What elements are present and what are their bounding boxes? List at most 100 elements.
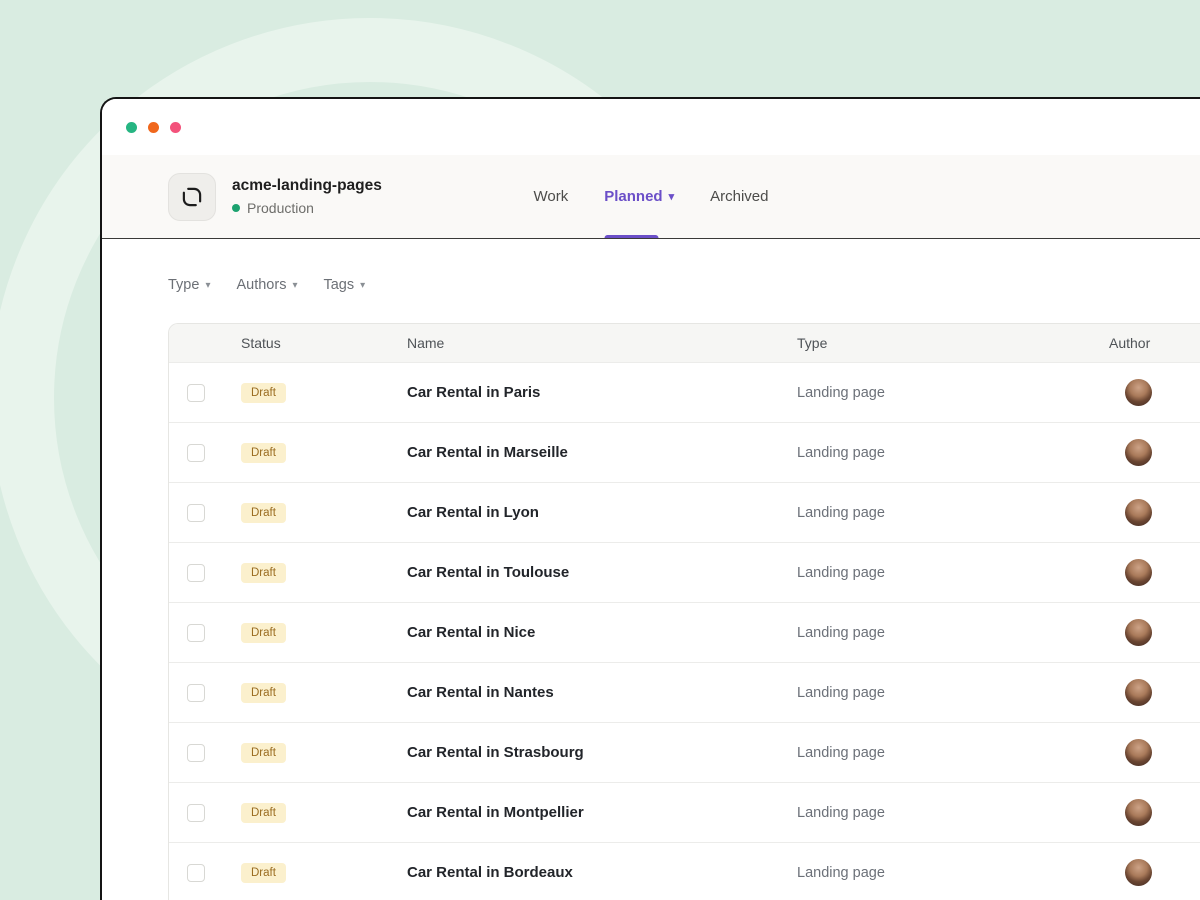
author-avatar[interactable] [1125,439,1152,466]
repository-meta: acme-landing-pages Production [232,177,382,216]
document-type: Landing page [797,505,1107,521]
status-badge: Draft [241,683,286,703]
status-badge: Draft [241,623,286,643]
tab-archived-label: Archived [710,188,768,205]
chevron-down-icon: ▾ [205,280,210,291]
environment-status-dot [232,204,240,212]
traffic-light-green[interactable] [126,122,137,133]
table-row[interactable]: Draft Car Rental in Nantes Landing page [169,662,1200,722]
author-avatar[interactable] [1125,799,1152,826]
traffic-light-pink[interactable] [170,122,181,133]
document-type: Landing page [797,625,1107,641]
header-tabs: Work Planned ▾ Archived [534,155,769,238]
checkbox-cell [169,744,239,762]
checkbox-cell [169,564,239,582]
author-cell [1107,739,1200,766]
filter-authors-label: Authors [236,277,286,293]
document-name[interactable]: Car Rental in Lyon [407,504,797,521]
table-row[interactable]: Draft Car Rental in Strasbourg Landing p… [169,722,1200,782]
checkbox-cell [169,684,239,702]
author-cell [1107,619,1200,646]
document-type: Landing page [797,865,1107,881]
document-name[interactable]: Car Rental in Nantes [407,684,797,701]
chevron-down-icon: ▾ [292,280,297,291]
row-checkbox[interactable] [187,444,205,462]
author-avatar[interactable] [1125,619,1152,646]
window-titlebar [102,99,1200,155]
document-name[interactable]: Car Rental in Montpellier [407,804,797,821]
traffic-light-orange[interactable] [148,122,159,133]
row-checkbox[interactable] [187,384,205,402]
document-name[interactable]: Car Rental in Bordeaux [407,864,797,881]
status-badge: Draft [241,383,286,403]
document-name[interactable]: Car Rental in Marseille [407,444,797,461]
row-checkbox[interactable] [187,504,205,522]
status-badge: Draft [241,503,286,523]
chevron-down-icon: ▾ [360,280,365,291]
status-cell: Draft [239,443,407,463]
column-status: Status [239,335,407,351]
author-avatar[interactable] [1125,739,1152,766]
tab-work[interactable]: Work [534,155,569,238]
row-checkbox[interactable] [187,744,205,762]
column-author: Author [1107,335,1200,351]
author-avatar[interactable] [1125,859,1152,886]
tab-planned-label: Planned [604,188,662,205]
author-cell [1107,499,1200,526]
checkbox-cell [169,804,239,822]
table-row[interactable]: Draft Car Rental in Lyon Landing page [169,482,1200,542]
status-cell: Draft [239,743,407,763]
author-cell [1107,439,1200,466]
author-cell [1107,379,1200,406]
table-row[interactable]: Draft Car Rental in Paris Landing page [169,362,1200,422]
column-name: Name [407,335,797,351]
table-row[interactable]: Draft Car Rental in Montpellier Landing … [169,782,1200,842]
document-type: Landing page [797,385,1107,401]
document-type: Landing page [797,745,1107,761]
row-checkbox[interactable] [187,864,205,882]
table-row[interactable]: Draft Car Rental in Toulouse Landing pag… [169,542,1200,602]
author-avatar[interactable] [1125,379,1152,406]
author-avatar[interactable] [1125,559,1152,586]
tab-archived[interactable]: Archived [710,155,768,238]
tab-work-label: Work [534,188,569,205]
chevron-down-icon: ▾ [669,192,675,203]
document-name[interactable]: Car Rental in Paris [407,384,797,401]
app-logo-icon [168,173,216,221]
table-row[interactable]: Draft Car Rental in Bordeaux Landing pag… [169,842,1200,900]
author-avatar[interactable] [1125,499,1152,526]
checkbox-cell [169,864,239,882]
author-avatar[interactable] [1125,679,1152,706]
filter-tags[interactable]: Tags ▾ [323,277,365,293]
document-name[interactable]: Car Rental in Toulouse [407,564,797,581]
row-checkbox[interactable] [187,564,205,582]
status-badge: Draft [241,563,286,583]
status-cell: Draft [239,503,407,523]
document-type: Landing page [797,685,1107,701]
status-badge: Draft [241,443,286,463]
row-checkbox[interactable] [187,624,205,642]
author-cell [1107,799,1200,826]
environment-label: Production [247,200,314,216]
checkbox-cell [169,444,239,462]
table-row[interactable]: Draft Car Rental in Nice Landing page [169,602,1200,662]
document-name[interactable]: Car Rental in Nice [407,624,797,641]
author-cell [1107,859,1200,886]
row-checkbox[interactable] [187,684,205,702]
filter-type[interactable]: Type ▾ [168,277,210,293]
checkbox-cell [169,504,239,522]
tab-planned[interactable]: Planned ▾ [604,155,674,238]
filter-authors[interactable]: Authors ▾ [236,277,297,293]
app-header: acme-landing-pages Production Work Plann… [102,155,1200,239]
status-cell: Draft [239,683,407,703]
table-row[interactable]: Draft Car Rental in Marseille Landing pa… [169,422,1200,482]
table-header-row: Status Name Type Author [169,324,1200,362]
column-type: Type [797,335,1107,351]
app-window: acme-landing-pages Production Work Plann… [100,97,1200,900]
row-checkbox[interactable] [187,804,205,822]
environment[interactable]: Production [232,200,382,216]
document-name[interactable]: Car Rental in Strasbourg [407,744,797,761]
status-badge: Draft [241,743,286,763]
checkbox-cell [169,384,239,402]
main-content: Type ▾ Authors ▾ Tags ▾ Status Name Type… [102,239,1200,900]
